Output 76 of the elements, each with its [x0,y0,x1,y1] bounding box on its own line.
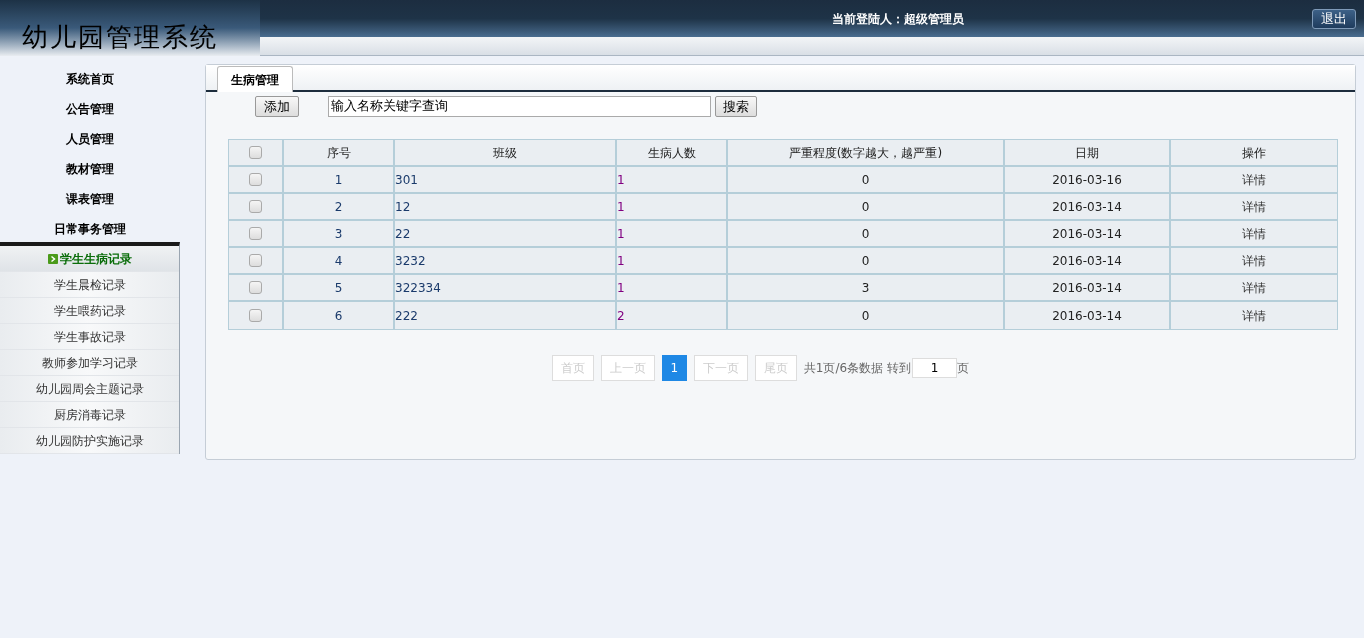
column-header: 序号 [326,144,351,162]
submenu-item[interactable]: 学生生病记录 [0,246,179,272]
submenu-item[interactable]: 学生喂药记录 [0,298,179,324]
table-cell-text: 2016-03-14 [1052,252,1122,270]
details-link[interactable]: 详情 [1242,224,1266,243]
details-link[interactable]: 详情 [1242,197,1266,216]
table-cell-text: 2 [334,198,343,216]
sidebar-item[interactable]: 系统首页 [0,64,180,94]
table-cell-text: 1 [617,279,625,297]
column-header: 严重程度(数字越大，越严重) [788,144,943,162]
submenu-item[interactable]: 学生事故记录 [0,324,179,350]
checkbox[interactable] [249,173,262,186]
table-cell-text: 301 [395,171,418,189]
logout-button[interactable]: 退出 [1312,8,1356,29]
table-cell-text: 2 [617,307,625,325]
submenu-item[interactable]: 教师参加学习记录 [0,350,179,376]
details-link[interactable]: 详情 [1242,170,1266,189]
table-cell-text: 1 [617,252,625,270]
search-button[interactable]: 搜索 [715,95,757,117]
table-cell-text: 1 [617,171,625,189]
add-button[interactable]: 添加 [255,95,299,117]
checkbox[interactable] [249,200,262,213]
table-cell-text: 2016-03-14 [1052,279,1122,297]
table-cell-text: 22 [395,225,411,243]
arrow-icon [47,253,58,264]
table-cell-text: 5 [334,279,343,297]
sidebar-item[interactable]: 日常事务管理 [0,214,180,244]
checkbox[interactable] [249,146,262,159]
details-link[interactable]: 详情 [1242,306,1266,325]
table-cell-text: 4 [334,252,343,270]
page-button[interactable]: 1 [661,355,687,381]
table-cell-text: 0 [861,171,870,189]
details-link[interactable]: 详情 [1242,251,1266,270]
sidebar-item[interactable]: 公告管理 [0,94,180,124]
column-header: 生病人数 [647,144,696,162]
table-cell-text: 1 [334,171,343,189]
details-link[interactable]: 详情 [1242,278,1266,297]
table-cell-text: 0 [861,252,870,270]
submenu-item[interactable]: 幼儿园周会主题记录 [0,376,179,402]
search-field[interactable]: 输入名称关键字查询 [328,95,711,117]
table-cell-text: 12 [395,198,411,216]
submenu-item[interactable]: 学生晨检记录 [0,272,179,298]
table-cell-text: 0 [861,225,870,243]
column-header: 操作 [1242,144,1266,162]
checkbox[interactable] [249,309,262,322]
column-header: 班级 [493,144,517,162]
sidebar-item[interactable]: 教材管理 [0,154,180,184]
table-cell-text: 322334 [395,279,441,297]
table-cell-text: 0 [861,307,870,325]
table-cell-text: 2016-03-14 [1052,225,1122,243]
panel-tab[interactable]: 生病管理 [217,66,293,92]
table-cell-text: 1 [617,198,625,216]
page-input[interactable]: 1 [912,358,958,378]
table-cell-text: 3232 [395,252,426,270]
goto-label: 转到 [887,360,912,377]
current-user-text: 当前登陆人：超级管理员 [832,10,964,28]
sidebar-item[interactable]: 课表管理 [0,184,180,214]
table-cell-text: 222 [395,307,418,325]
table-cell-text: 2016-03-14 [1052,307,1122,325]
page-unit-label: 页 [957,360,970,377]
table-cell-text: 2016-03-14 [1052,198,1122,216]
table-cell-text: 0 [861,198,870,216]
submenu-item[interactable]: 厨房消毒记录 [0,402,179,428]
table-cell-text: 3 [861,279,870,297]
checkbox[interactable] [249,281,262,294]
sidebar-item[interactable]: 人员管理 [0,124,180,154]
logo-text: 幼儿园管理系统 [22,24,218,50]
submenu-item[interactable]: 幼儿园防护实施记录 [0,428,179,454]
table-cell-text: 6 [334,307,343,325]
table-cell-text: 3 [334,225,343,243]
table-cell-text: 2016-03-16 [1052,171,1122,189]
checkbox[interactable] [249,254,262,267]
pagination-summary: 共1页/6条数据 [803,360,884,377]
table-cell-text: 1 [617,225,625,243]
column-header: 日期 [1075,144,1099,162]
checkbox[interactable] [249,227,262,240]
